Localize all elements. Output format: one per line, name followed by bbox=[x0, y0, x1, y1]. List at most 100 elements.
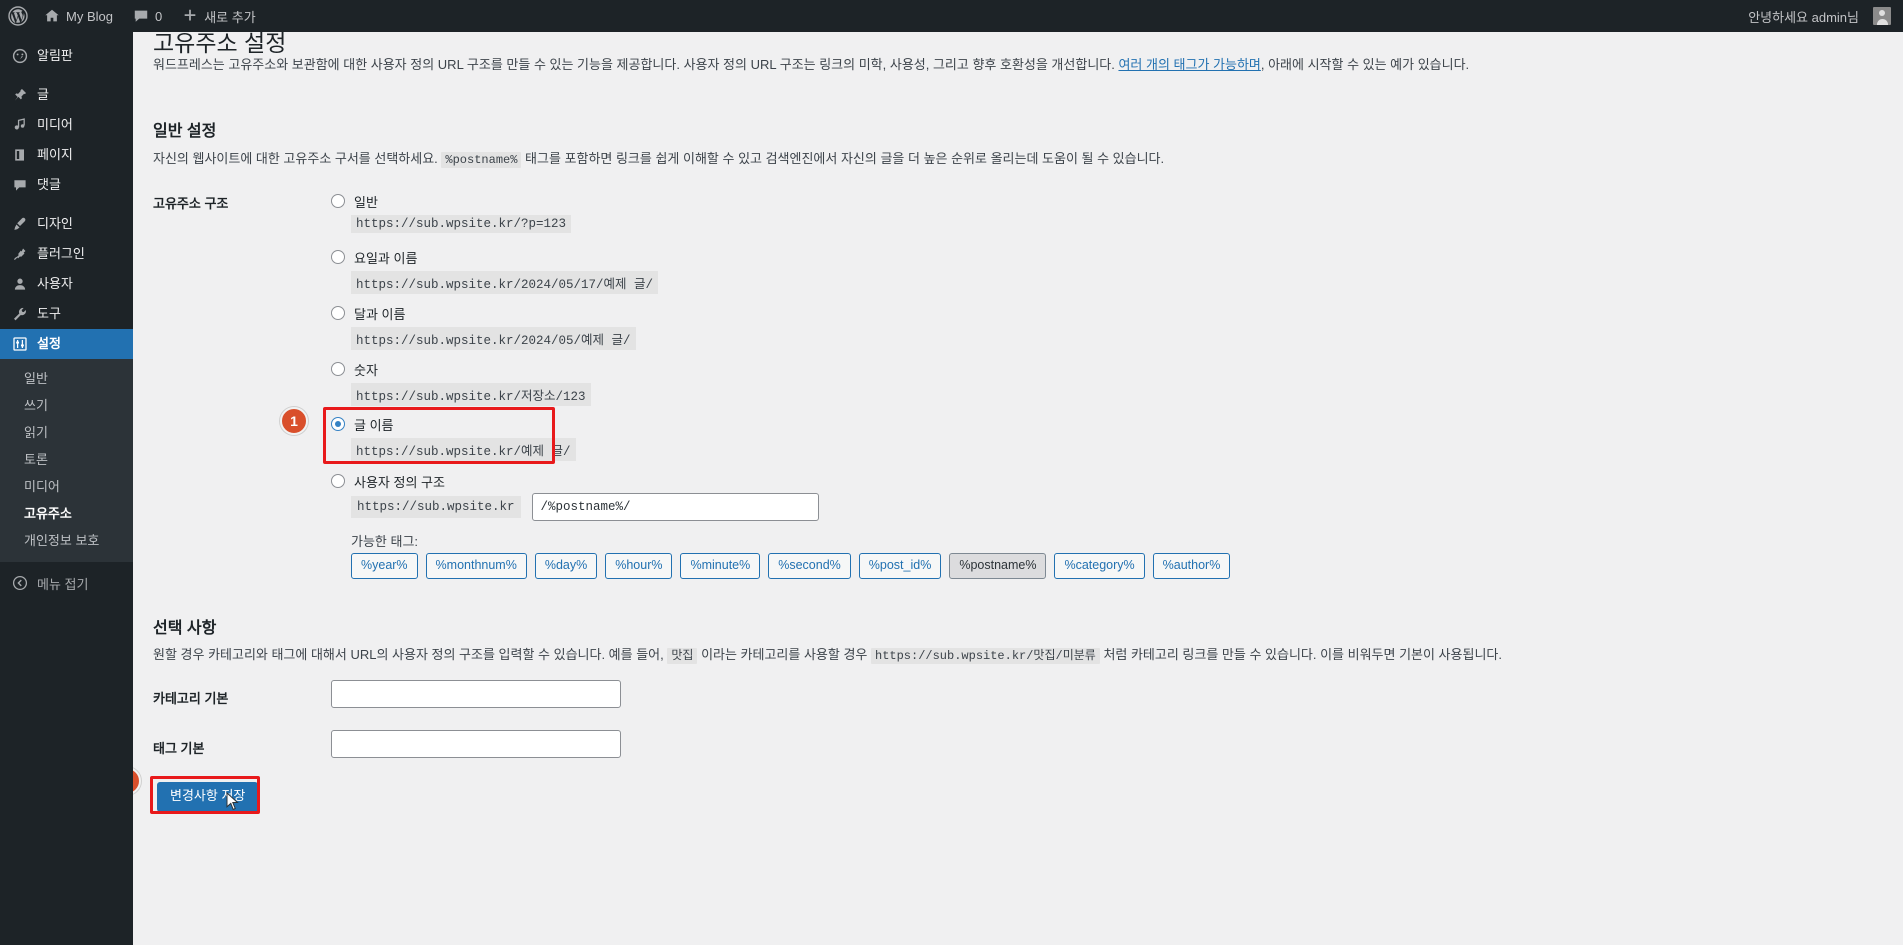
radio-numeric[interactable] bbox=[331, 362, 345, 376]
radio-month-and-name[interactable] bbox=[331, 306, 345, 320]
optional-desc-2: 이라는 카테고리를 사용할 경우 bbox=[697, 647, 871, 662]
permalink-option-custom[interactable]: 사용자 정의 구조 bbox=[331, 472, 445, 491]
submenu-item-writing[interactable]: 쓰기 bbox=[0, 392, 133, 419]
sidebar-item-tools[interactable]: 도구 bbox=[0, 299, 133, 329]
optional-settings-description: 원할 경우 카테고리와 태그에 대해서 URL의 사용자 정의 구조를 입력할 … bbox=[153, 645, 1653, 665]
permalink-example-plain: https://sub.wpsite.kr/?p=123 bbox=[351, 215, 572, 233]
category-url-chip: https://sub.wpsite.kr/맛집/미분류 bbox=[871, 648, 1100, 664]
submenu-item-privacy[interactable]: 개인정보 보호 bbox=[0, 527, 133, 554]
collapse-menu-label: 메뉴 접기 bbox=[37, 576, 89, 592]
site-name-menu[interactable]: My Blog bbox=[34, 0, 123, 32]
admin-bar: My Blog 0 새로 추가 안녕하세요 admin님 bbox=[0, 0, 1903, 32]
available-tags-list: %year% %monthnum% %day% %hour% %minute% … bbox=[351, 553, 1231, 579]
menu-spacer-1 bbox=[0, 71, 133, 80]
avatar-icon bbox=[1873, 7, 1891, 25]
wordpress-admin-screen: My Blog 0 새로 추가 안녕하세요 admin님 알림판 글 미디어 페… bbox=[0, 0, 1903, 945]
wp-logo-menu[interactable] bbox=[0, 0, 34, 32]
radio-post-name[interactable] bbox=[331, 417, 345, 431]
tag-button-postname[interactable]: %postname% bbox=[949, 553, 1047, 579]
optional-desc-1: 원할 경우 카테고리와 태그에 대해서 URL의 사용자 정의 구조를 입력할 … bbox=[153, 647, 668, 662]
sidebar-item-settings[interactable]: 설정 bbox=[0, 329, 141, 359]
submenu-item-general[interactable]: 일반 bbox=[0, 365, 133, 392]
intro-paragraph: 워드프레스는 고유주소와 보관함에 대한 사용자 정의 URL 구조를 만들 수… bbox=[153, 55, 1753, 75]
main-content: 고유주소 설정 워드프레스는 고유주소와 보관함에 대한 사용자 정의 URL … bbox=[133, 32, 1903, 945]
sidebar-item-comments[interactable]: 댓글 bbox=[0, 170, 133, 200]
collapse-menu-button[interactable]: 메뉴 접기 bbox=[0, 566, 133, 600]
tag-button-day[interactable]: %day% bbox=[534, 553, 598, 579]
sidebar-item-label: 알림판 bbox=[37, 48, 73, 63]
site-name-label: My Blog bbox=[66, 8, 113, 24]
annotation-badge-2: 2 bbox=[133, 767, 141, 795]
radio-label: 숫자 bbox=[354, 363, 378, 378]
sidebar-item-appearance[interactable]: 디자인 bbox=[0, 209, 133, 239]
tag-button-post-id[interactable]: %post_id% bbox=[858, 553, 942, 579]
pin-icon bbox=[10, 85, 30, 105]
tag-button-author[interactable]: %author% bbox=[1152, 553, 1231, 579]
multiple-tags-link[interactable]: 여러 개의 태그가 가능하며 bbox=[1118, 57, 1260, 72]
submenu-item-media[interactable]: 미디어 bbox=[0, 473, 133, 500]
optional-desc-3: 처럼 카테고리 링크를 만들 수 있습니다. 이를 비워두면 기본이 사용됩니다… bbox=[1099, 647, 1502, 662]
new-content-menu[interactable]: 새로 추가 bbox=[172, 0, 265, 32]
appearance-brush-icon bbox=[10, 214, 30, 234]
comments-menu[interactable]: 0 bbox=[123, 0, 172, 32]
radio-day-and-name[interactable] bbox=[331, 250, 345, 264]
media-icon bbox=[10, 115, 30, 135]
tag-base-input[interactable] bbox=[331, 730, 621, 758]
admin-bar-right: 안녕하세요 admin님 bbox=[1738, 0, 1903, 32]
menu-spacer-top bbox=[0, 32, 133, 41]
plus-icon bbox=[182, 8, 198, 24]
sidebar-item-label: 설정 bbox=[37, 336, 61, 351]
home-icon bbox=[44, 8, 60, 24]
radio-label: 글 이름 bbox=[354, 418, 394, 433]
sidebar-item-media[interactable]: 미디어 bbox=[0, 110, 133, 140]
permalink-option-numeric[interactable]: 숫자 bbox=[331, 360, 378, 379]
intro-text-1: 워드프레스는 고유주소와 보관함에 대한 사용자 정의 URL 구조를 만들 수… bbox=[153, 57, 1119, 72]
radio-plain[interactable] bbox=[331, 194, 345, 208]
dashboard-icon bbox=[10, 46, 30, 66]
permalink-option-month-and-name[interactable]: 달과 이름 bbox=[331, 304, 405, 323]
sidebar-item-label: 페이지 bbox=[37, 147, 73, 162]
custom-structure-row: https://sub.wpsite.kr bbox=[351, 493, 819, 521]
radio-custom[interactable] bbox=[331, 474, 345, 488]
new-content-label: 새로 추가 bbox=[204, 9, 256, 25]
sidebar-item-posts[interactable]: 글 bbox=[0, 80, 133, 110]
permalink-option-day-and-name[interactable]: 요일과 이름 bbox=[331, 248, 417, 267]
sidebar-item-users[interactable]: 사용자 bbox=[0, 269, 133, 299]
admin-sidebar: 알림판 글 미디어 페이지 댓글 디자인 플러그인 사용자 도구 설정 일반 쓰… bbox=[0, 32, 141, 945]
sidebar-item-label: 플러그인 bbox=[37, 246, 85, 261]
tag-button-year[interactable]: %year% bbox=[351, 553, 418, 579]
my-account-menu[interactable]: 안녕하세요 admin님 bbox=[1738, 0, 1893, 32]
submenu-item-reading[interactable]: 읽기 bbox=[0, 419, 133, 446]
permalink-example-day-and-name: https://sub.wpsite.kr/2024/05/17/예제 글/ bbox=[351, 271, 659, 294]
sidebar-item-plugins[interactable]: 플러그인 bbox=[0, 239, 133, 269]
settings-sliders-icon bbox=[10, 334, 30, 354]
menu-spacer-2 bbox=[0, 200, 133, 209]
tag-button-category[interactable]: %category% bbox=[1054, 553, 1145, 579]
tag-button-second[interactable]: %second% bbox=[768, 553, 851, 579]
permalink-option-plain[interactable]: 일반 bbox=[331, 192, 378, 211]
tag-button-minute[interactable]: %minute% bbox=[680, 553, 761, 579]
settings-submenu: 일반 쓰기 읽기 토론 미디어 고유주소 개인정보 보호 bbox=[0, 359, 133, 562]
category-base-label: 카테고리 기본 bbox=[153, 691, 229, 706]
save-changes-button[interactable]: 변경사항 저장 bbox=[157, 782, 259, 812]
submenu-item-permalinks[interactable]: 고유주소 bbox=[0, 500, 133, 527]
sidebar-item-label: 사용자 bbox=[37, 276, 73, 291]
sidebar-item-pages[interactable]: 페이지 bbox=[0, 140, 133, 170]
sidebar-item-dashboard[interactable]: 알림판 bbox=[0, 41, 133, 71]
intro-text-2: , 아래에 시작할 수 있는 예가 있습니다. bbox=[1260, 57, 1470, 72]
submenu-item-discussion[interactable]: 토론 bbox=[0, 446, 133, 473]
users-icon bbox=[10, 274, 30, 294]
radio-label: 달과 이름 bbox=[354, 307, 406, 322]
custom-structure-input[interactable] bbox=[531, 493, 819, 521]
tag-button-monthnum[interactable]: %monthnum% bbox=[425, 553, 527, 579]
radio-label: 일반 bbox=[354, 195, 378, 210]
category-base-input[interactable] bbox=[331, 680, 621, 708]
collapse-arrow-icon bbox=[10, 575, 30, 591]
tag-base-label: 태그 기본 bbox=[153, 741, 205, 756]
annotation-badge-1: 1 bbox=[280, 407, 308, 435]
mouse-cursor bbox=[226, 791, 240, 812]
tag-button-hour[interactable]: %hour% bbox=[605, 553, 673, 579]
permalink-option-post-name[interactable]: 글 이름 bbox=[331, 415, 394, 434]
postname-code-chip: %postname% bbox=[441, 152, 522, 168]
general-settings-heading: 일반 설정 bbox=[153, 123, 217, 140]
